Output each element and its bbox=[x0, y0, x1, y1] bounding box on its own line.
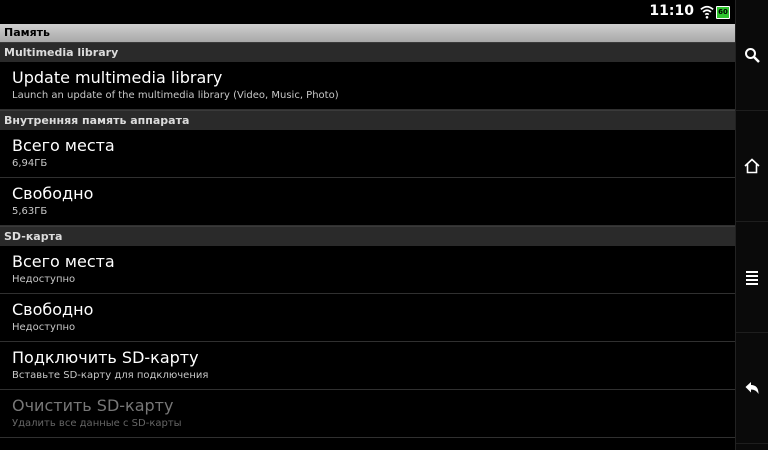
page-title: Память bbox=[0, 24, 736, 42]
sd-free-item: Свободно Недоступно bbox=[0, 294, 736, 342]
menu-icon bbox=[746, 271, 758, 285]
search-button[interactable] bbox=[736, 0, 768, 111]
home-button[interactable] bbox=[736, 111, 768, 222]
item-title: Всего места bbox=[12, 136, 115, 155]
item-title: Подключить SD-карту bbox=[12, 348, 199, 367]
item-title: Свободно bbox=[12, 184, 94, 203]
item-summary: Недоступно bbox=[12, 274, 76, 285]
update-library-item[interactable]: Update multimedia library Launch an upda… bbox=[0, 62, 736, 110]
item-summary: Launch an update of the multimedia libra… bbox=[12, 90, 339, 101]
mount-sd-item[interactable]: Подключить SD-карту Вставьте SD-карту дл… bbox=[0, 342, 736, 390]
item-title: Свободно bbox=[12, 300, 94, 319]
internal-total-item: Всего места 6,94ГБ bbox=[0, 130, 736, 178]
item-title: Очистить SD-карту bbox=[12, 396, 174, 415]
item-summary: 5,63ГБ bbox=[12, 206, 48, 217]
search-icon bbox=[745, 48, 760, 63]
home-icon bbox=[744, 158, 760, 174]
back-icon bbox=[745, 382, 759, 394]
internal-free-item: Свободно 5,63ГБ bbox=[0, 178, 736, 226]
item-summary: Удалить все данные с SD-карты bbox=[12, 418, 182, 429]
section-header-internal: Внутренняя память аппарата bbox=[0, 110, 736, 130]
format-sd-item: Очистить SD-карту Удалить все данные с S… bbox=[0, 390, 736, 438]
section-header-sd: SD-карта bbox=[0, 226, 736, 246]
section-header-media: Multimedia library bbox=[0, 42, 736, 62]
sd-total-item: Всего места Недоступно bbox=[0, 246, 736, 294]
settings-list: Multimedia library Update multimedia lib… bbox=[0, 42, 736, 450]
menu-button[interactable] bbox=[736, 222, 768, 333]
status-bar: 11:10 60 bbox=[0, 0, 736, 24]
item-title: Всего места bbox=[12, 252, 115, 271]
wifi-icon bbox=[700, 5, 714, 19]
item-title: Update multimedia library bbox=[12, 68, 223, 87]
item-summary: Недоступно bbox=[12, 322, 76, 333]
item-summary: Вставьте SD-карту для подключения bbox=[12, 370, 209, 381]
back-button[interactable] bbox=[736, 333, 768, 444]
battery-icon: 60 bbox=[716, 6, 730, 19]
item-summary: 6,94ГБ bbox=[12, 158, 48, 169]
status-time: 11:10 bbox=[649, 3, 694, 19]
system-nav-bar bbox=[735, 0, 768, 450]
